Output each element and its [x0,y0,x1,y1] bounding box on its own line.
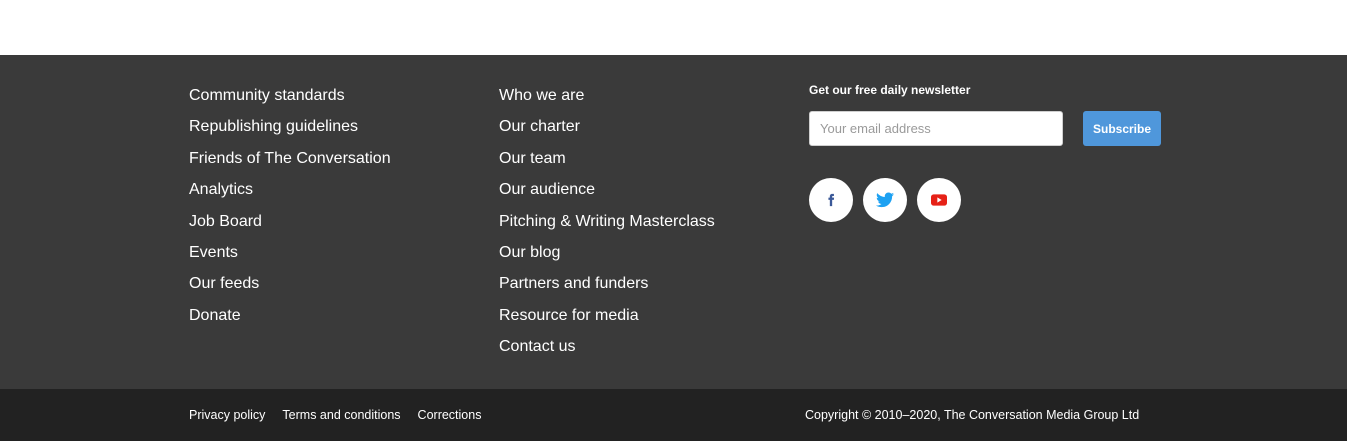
footer-link-partners-funders[interactable]: Partners and funders [499,275,648,292]
footer-link-our-feeds[interactable]: Our feeds [189,275,259,292]
footer-bottom-bar: Privacy policy Terms and conditions Corr… [0,389,1347,441]
corrections-link[interactable]: Corrections [418,408,482,422]
privacy-policy-link[interactable]: Privacy policy [189,408,265,422]
newsletter-title: Get our free daily newsletter [809,83,971,97]
footer-link-who-we-are[interactable]: Who we are [499,87,584,104]
twitter-icon [876,192,894,208]
footer-link-item: Republishing guidelines [189,116,391,147]
footer-link-community-standards[interactable]: Community standards [189,87,345,104]
footer-link-job-board[interactable]: Job Board [189,213,262,230]
footer-link-item: Donate [189,305,391,336]
twitter-link[interactable] [863,178,907,222]
footer-link-item: Our blog [499,242,715,273]
footer-link-masterclass[interactable]: Pitching & Writing Masterclass [499,213,715,230]
social-links [809,178,961,222]
subscribe-button[interactable]: Subscribe [1083,111,1161,146]
footer-link-item: Partners and funders [499,273,715,304]
copyright-text: Copyright © 2010–2020, The Conversation … [805,408,1140,422]
site-footer: Community standards Republishing guideli… [0,55,1347,389]
footer-links-column-community: Community standards Republishing guideli… [189,85,391,336]
facebook-link[interactable] [809,178,853,222]
footer-link-item: Contact us [499,336,715,367]
footer-link-item: Resource for media [499,305,715,336]
footer-link-contact-us[interactable]: Contact us [499,338,575,355]
footer-link-item: Friends of The Conversation [189,148,391,179]
terms-conditions-link[interactable]: Terms and conditions [282,408,400,422]
footer-link-item: Who we are [499,85,715,116]
footer-link-donate[interactable]: Donate [189,307,241,324]
footer-links-column-about: Who we are Our charter Our team Our audi… [499,85,715,368]
newsletter-signup: Get our free daily newsletter Subscribe [809,82,1169,222]
footer-link-analytics[interactable]: Analytics [189,181,253,198]
footer-link-our-audience[interactable]: Our audience [499,181,595,198]
footer-link-our-team[interactable]: Our team [499,150,566,167]
email-field[interactable] [809,111,1063,146]
footer-link-item: Analytics [189,179,391,210]
footer-link-republishing-guidelines[interactable]: Republishing guidelines [189,118,358,135]
footer-link-item: Job Board [189,211,391,242]
footer-link-our-charter[interactable]: Our charter [499,118,580,135]
footer-link-item: Events [189,242,391,273]
footer-link-friends[interactable]: Friends of The Conversation [189,150,391,167]
footer-link-item: Pitching & Writing Masterclass [499,211,715,242]
footer-link-events[interactable]: Events [189,244,238,261]
footer-link-item: Our audience [499,179,715,210]
page-top-area [0,0,1347,55]
youtube-link[interactable] [917,178,961,222]
youtube-icon [931,194,947,206]
footer-link-resource-media[interactable]: Resource for media [499,307,639,324]
footer-link-item: Our team [499,148,715,179]
footer-link-item: Our charter [499,116,715,147]
facebook-icon [828,193,835,207]
legal-links: Privacy policy Terms and conditions Corr… [189,408,481,422]
footer-link-our-blog[interactable]: Our blog [499,244,560,261]
footer-link-item: Our feeds [189,273,391,304]
footer-link-item: Community standards [189,85,391,116]
